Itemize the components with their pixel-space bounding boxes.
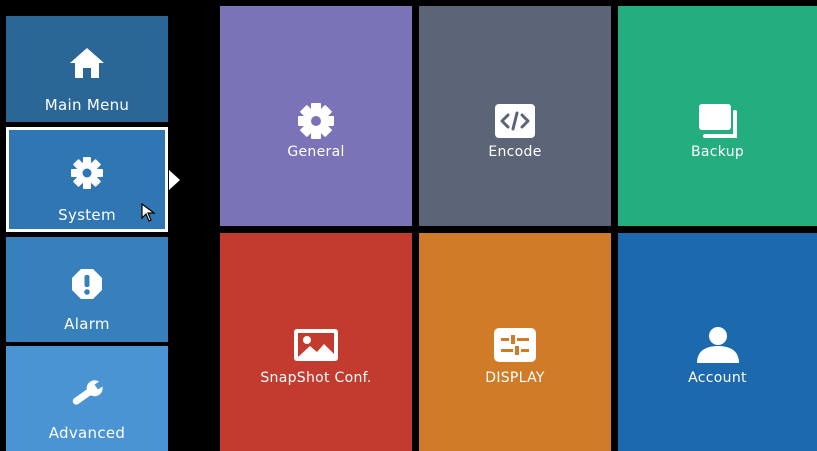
image-icon bbox=[220, 326, 412, 364]
sidebar-item-label: Alarm bbox=[64, 315, 110, 333]
tile-encode[interactable]: Encode bbox=[419, 6, 611, 226]
tile-label: DISPLAY bbox=[485, 370, 545, 386]
tile-label: Backup bbox=[690, 144, 745, 160]
tile-label: Account bbox=[688, 370, 747, 386]
mouse-cursor-icon bbox=[141, 202, 157, 227]
display-settings-icon bbox=[419, 326, 611, 364]
tile-label: Encode bbox=[488, 144, 542, 160]
selection-pointer bbox=[169, 170, 180, 190]
sidebar-item-alarm[interactable]: Alarm bbox=[6, 237, 168, 342]
gear-icon bbox=[220, 102, 412, 140]
tile-snapshot-conf[interactable]: SnapShot Conf. bbox=[220, 233, 412, 451]
tile-backup[interactable]: Backup bbox=[618, 6, 817, 226]
sidebar-item-advanced[interactable]: Advanced bbox=[6, 346, 168, 451]
tile-account[interactable]: Account bbox=[618, 233, 817, 451]
gear-icon bbox=[9, 156, 165, 190]
tile-label: SnapShot Conf. bbox=[260, 370, 372, 386]
user-icon bbox=[618, 326, 817, 364]
sidebar-item-label: Advanced bbox=[48, 424, 126, 442]
tile-display[interactable]: DISPLAY bbox=[419, 233, 611, 451]
tile-label: General bbox=[287, 144, 345, 160]
wrench-icon bbox=[6, 376, 168, 410]
sidebar-item-main-menu[interactable]: Main Menu bbox=[6, 16, 168, 122]
alert-icon bbox=[6, 267, 168, 301]
home-icon bbox=[6, 46, 168, 80]
code-icon bbox=[419, 102, 611, 140]
tile-general[interactable]: General bbox=[220, 6, 412, 226]
backup-icon bbox=[618, 102, 817, 140]
sidebar-item-label: Main Menu bbox=[44, 96, 130, 114]
